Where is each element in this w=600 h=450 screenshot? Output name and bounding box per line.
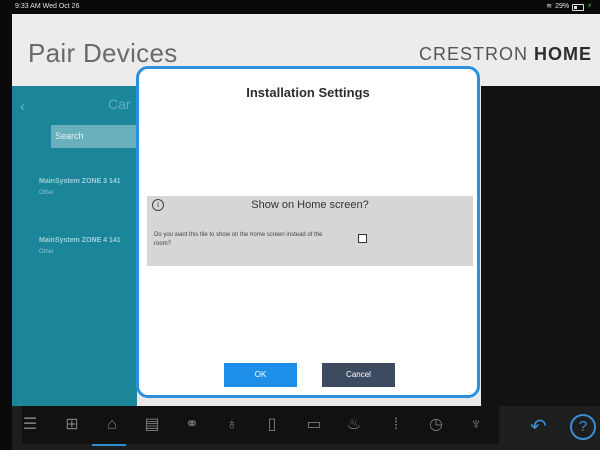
scene-icon[interactable]: ⚭ — [182, 415, 202, 435]
help-icon[interactable]: ? — [570, 414, 596, 440]
charging-icon: ⚡ — [587, 3, 592, 10]
wifi-icon: ≋ — [546, 3, 553, 10]
temperature-icon[interactable]: ♆ — [466, 415, 486, 435]
undo-icon[interactable]: ↶ — [530, 414, 547, 439]
setting-description: Do you want this tile to show on the hom… — [154, 232, 323, 247]
device-type: Other — [39, 190, 55, 196]
menu-icon[interactable]: ☰ — [20, 415, 40, 435]
network-icon[interactable]: ⌂ — [102, 415, 122, 435]
battery-percent: 29% — [555, 3, 570, 10]
list-item[interactable]: MainSystem ZONE 4 141 Other — [39, 237, 121, 255]
clock-icon[interactable]: ◷ — [426, 415, 446, 435]
brand-logo: CRESTRON HOME — [418, 44, 592, 64]
cancel-button[interactable]: Cancel — [322, 363, 395, 387]
dialog-title: Installation Settings — [246, 85, 370, 100]
chevron-left-icon[interactable]: ‹ — [20, 98, 25, 114]
media-icon[interactable]: ▭ — [304, 415, 324, 435]
bottom-toolbar: ☰ ⊞ ⌂ ▤ ⚭ ♁ ▯ ▭ ♨ ⁞ ◷ ♆ ↶ ? — [12, 406, 600, 450]
status-bar: 9:33 AM Wed Oct 26 ≋ 29% ⚡ — [0, 0, 600, 14]
toolbar-icon-strip: ☰ ⊞ ⌂ ▤ ⚭ ♁ ▯ ▭ ♨ ⁞ ◷ ♆ — [22, 406, 499, 444]
battery-icon — [572, 3, 585, 11]
show-on-home-checkbox[interactable] — [358, 234, 367, 243]
status-indicators: ≋ 29% ⚡ — [546, 0, 592, 14]
device-list-panel: ‹ Car Search MainSystem ZONE 3 141 Other… — [12, 86, 137, 406]
device-type: Other — [39, 249, 55, 255]
shades-icon[interactable]: ▤ — [142, 415, 162, 435]
show-on-home-setting: i Show on Home screen? Do you want this … — [147, 196, 473, 266]
add-device-icon[interactable]: ⊞ — [62, 415, 82, 435]
page-title: Pair Devices — [28, 38, 178, 68]
thermostat-icon[interactable]: ♨ — [344, 415, 364, 435]
setting-title: Show on Home screen? — [251, 199, 369, 211]
device-name: MainSystem ZONE 4 141 — [39, 237, 121, 244]
installation-settings-dialog: Installation Settings i Show on Home scr… — [136, 66, 480, 398]
list-item[interactable]: MainSystem ZONE 3 141 Other — [39, 178, 121, 196]
device-name: MainSystem ZONE 3 141 — [39, 178, 121, 185]
door-icon[interactable]: ▯ — [262, 415, 282, 435]
category-title: Car — [108, 96, 131, 112]
status-time: 9:33 AM Wed Oct 26 — [15, 3, 80, 10]
active-tab-indicator — [92, 444, 126, 446]
right-panel — [481, 86, 600, 406]
light-icon[interactable]: ♁ — [222, 415, 242, 435]
keypad-icon[interactable]: ⁞ — [386, 415, 406, 435]
search-input[interactable]: Search — [51, 125, 137, 148]
ok-button[interactable]: OK — [224, 363, 297, 387]
